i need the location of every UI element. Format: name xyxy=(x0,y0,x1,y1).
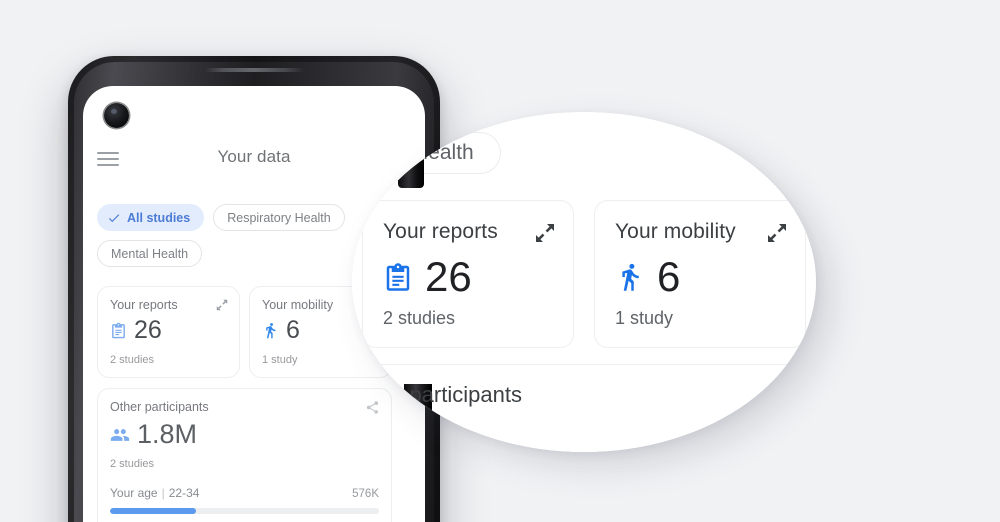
phone-speaker-grille xyxy=(203,68,305,72)
magnifier-lens: Health Your reports 26 2 studies Your mo… xyxy=(352,112,816,452)
card-title: Your mobility xyxy=(615,220,736,243)
running-person-icon xyxy=(266,323,276,339)
share-icon[interactable] xyxy=(374,380,396,402)
card-value-row: 26 xyxy=(110,318,227,343)
card-title: Your reports xyxy=(110,298,178,312)
metric-card-row: Your reports 26 2 studies Your mobility … xyxy=(97,286,392,378)
card-subtitle: 2 studies xyxy=(110,354,155,366)
clipboard-icon xyxy=(386,263,410,291)
screenshot-stage: Your data All studies Respiratory Health… xyxy=(0,0,1000,522)
check-icon xyxy=(108,213,120,222)
chip-label: Respiratory Health xyxy=(227,210,331,225)
magnified-card-row: Your reports 26 2 studies Your mobility … xyxy=(362,200,806,348)
chip-all-studies[interactable]: All studies xyxy=(97,204,205,231)
card-value: 26 xyxy=(134,316,162,344)
card-title: Your reports xyxy=(383,220,498,243)
magnified-card-your-reports[interactable]: Your reports 26 2 studies xyxy=(362,200,574,348)
stat-count: 576K xyxy=(352,488,379,500)
card-subtitle: 1 study xyxy=(262,354,298,366)
card-value-row: 26 xyxy=(383,256,553,298)
participants-subtitle: 2 studies xyxy=(110,458,155,470)
card-subtitle: 2 studies xyxy=(383,308,456,328)
stat-your-age: Your age | 22-34 576K xyxy=(110,486,379,514)
stat-progress-track xyxy=(110,508,379,514)
people-group-icon xyxy=(110,428,130,441)
expand-icon[interactable] xyxy=(215,298,229,312)
card-your-reports[interactable]: Your reports 26 2 studies xyxy=(97,286,240,378)
expand-icon[interactable] xyxy=(765,221,789,245)
card-value-row: 6 xyxy=(615,256,785,298)
card-title: Other participants xyxy=(110,400,209,414)
chip-respiratory-health[interactable]: Respiratory Health xyxy=(213,204,345,231)
card-value: 6 xyxy=(286,316,300,344)
chip-mental-health[interactable]: Mental Health xyxy=(97,240,203,267)
stat-progress-fill xyxy=(110,508,197,514)
expand-icon[interactable] xyxy=(533,221,557,245)
magnified-card-your-mobility[interactable]: Your mobility 6 1 study xyxy=(594,200,806,348)
magnifier-content: Health Your reports 26 2 studies Your mo… xyxy=(352,112,816,452)
stat-value: 22-34 xyxy=(168,486,200,500)
stat-separator: | xyxy=(161,486,165,500)
card-value: 26 xyxy=(425,253,472,300)
front-camera-icon xyxy=(104,103,129,128)
chip-label: All studies xyxy=(127,210,191,225)
magnified-phone-bezel xyxy=(398,112,424,188)
card-value: 6 xyxy=(657,253,681,300)
stat-label: Your age xyxy=(110,486,158,500)
clipboard-icon xyxy=(112,322,125,339)
card-other-participants[interactable]: Other participants 1.8M 2 studies Your a… xyxy=(97,388,392,522)
participants-value-row: 1.8M xyxy=(110,421,379,448)
chip-label: Mental Health xyxy=(111,246,189,261)
magnified-participants-title: r participants xyxy=(396,382,522,407)
running-person-icon xyxy=(622,263,639,291)
participants-value: 1.8M xyxy=(137,419,198,449)
card-subtitle: 1 study xyxy=(615,308,674,328)
